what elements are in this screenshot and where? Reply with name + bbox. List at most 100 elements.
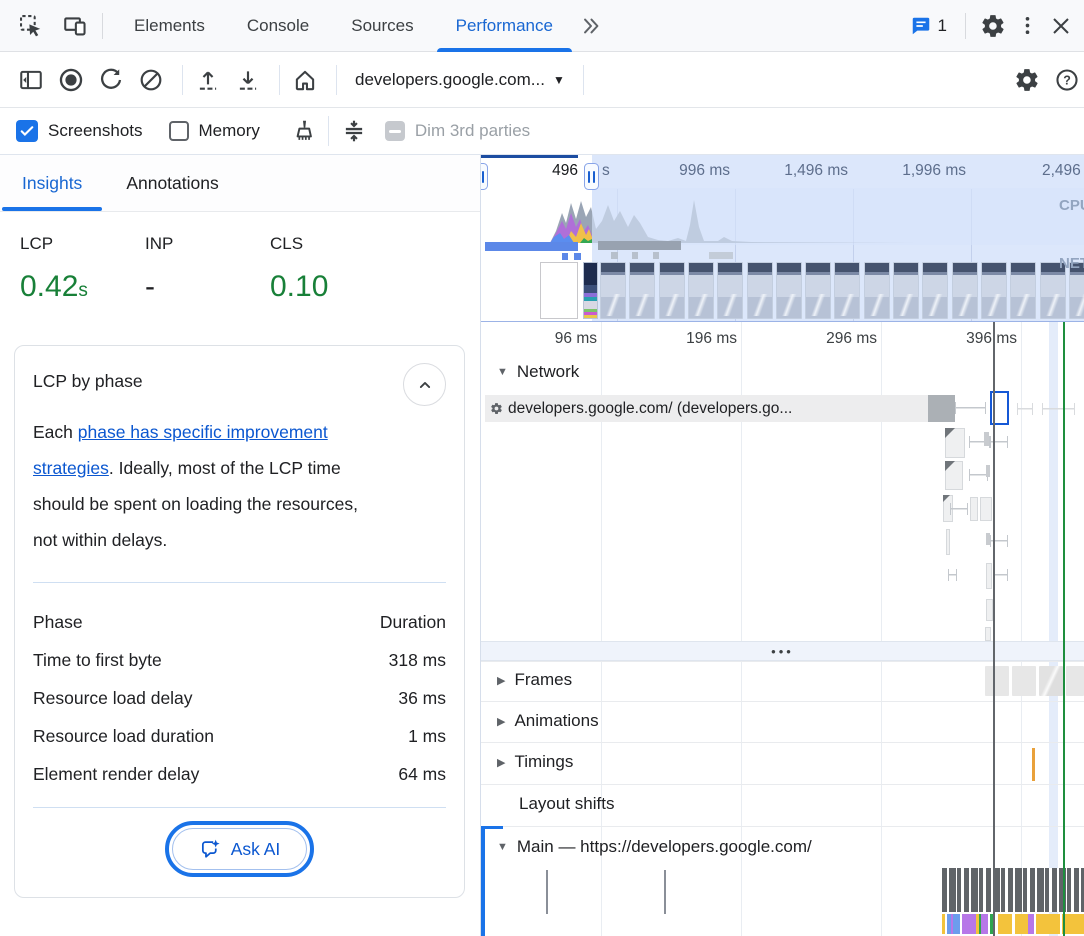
tab-annotations[interactable]: Annotations	[104, 155, 240, 211]
network-request-bar[interactable]	[945, 428, 965, 458]
filmstrip-frame[interactable]	[688, 262, 714, 319]
tab-sources[interactable]: Sources	[330, 0, 434, 52]
tab-console[interactable]: Console	[226, 0, 330, 52]
clear-button[interactable]	[134, 63, 168, 97]
more-tabs-button[interactable]	[574, 9, 608, 43]
main-menu-button[interactable]	[1010, 9, 1044, 43]
track-label: Frames	[514, 670, 572, 690]
filmstrip-frame[interactable]	[952, 262, 978, 319]
tab-performance[interactable]: Performance	[435, 0, 574, 52]
capture-settings-button[interactable]	[1010, 63, 1044, 97]
card-description: Each phase has specific improvement stra…	[33, 414, 385, 558]
metric-lcp[interactable]: LCP 0.42s	[20, 234, 145, 304]
help-button[interactable]	[1050, 63, 1084, 97]
phase-table: PhaseDuration Time to first byte318 ms R…	[33, 603, 446, 793]
collapse-card-button[interactable]	[403, 363, 446, 406]
capture-options-row: Screenshots Memory Dim 3rd parties	[0, 108, 1084, 155]
garbage-collect-button[interactable]	[286, 114, 320, 148]
timeline-overview[interactable]: 496 s 996 ms 1,496 ms 1,996 ms 2,496 ms …	[481, 155, 1084, 322]
load-profile-button[interactable]	[191, 63, 225, 97]
block-icon	[138, 67, 164, 93]
filmstrip-frame[interactable]	[776, 262, 802, 319]
filmstrip-frame[interactable]	[1010, 262, 1036, 319]
save-profile-button[interactable]	[231, 63, 265, 97]
filmstrip-frame[interactable]	[864, 262, 890, 319]
network-overview-bar	[598, 241, 681, 250]
shortcut-dialog-button[interactable]	[337, 114, 371, 148]
network-request-bar[interactable]	[984, 432, 989, 446]
page-selector-value: developers.google.com...	[355, 70, 545, 90]
timing-marker[interactable]	[1032, 748, 1035, 781]
ask-ai-container: Ask AI	[33, 821, 446, 877]
selection-right-handle[interactable]	[584, 163, 599, 190]
network-overview-bar	[632, 252, 638, 259]
filmstrip-frame[interactable]	[922, 262, 948, 319]
filmstrip-frame[interactable]	[540, 262, 578, 319]
metric-label: LCP	[20, 234, 145, 254]
task-marker	[546, 870, 548, 914]
network-request-bar[interactable]	[946, 529, 950, 555]
filmstrip-frame[interactable]	[583, 262, 598, 319]
network-request-bar[interactable]	[986, 563, 992, 589]
phase-table-header: PhaseDuration	[33, 603, 446, 641]
close-devtools-button[interactable]	[1044, 9, 1078, 43]
broom-icon	[290, 118, 316, 144]
metric-label: INP	[145, 234, 270, 254]
panel-tabs: Elements Console Sources Performance	[113, 0, 574, 52]
devtools-tabbar: Elements Console Sources Performance 1	[0, 0, 1084, 52]
live-metrics-home-button[interactable]	[288, 63, 322, 97]
divider	[279, 65, 280, 95]
divider	[182, 65, 183, 95]
filmstrip-frame[interactable]	[893, 262, 919, 319]
inspect-icon	[18, 13, 44, 39]
network-request-bar[interactable]	[928, 395, 955, 422]
page-selector-dropdown[interactable]: developers.google.com... ▼	[345, 70, 575, 90]
filmstrip-frame[interactable]	[747, 262, 773, 319]
metric-inp[interactable]: INP -	[145, 234, 270, 304]
filmstrip-frame[interactable]	[834, 262, 860, 319]
issues-button[interactable]: 1	[910, 15, 947, 37]
issues-bubble-icon	[910, 15, 932, 37]
filmstrip-frame[interactable]	[600, 262, 626, 319]
net-lane-label: NET	[1059, 255, 1084, 272]
record-button[interactable]	[54, 63, 88, 97]
ask-ai-button[interactable]: Ask AI	[172, 828, 308, 870]
network-request-bar[interactable]	[970, 497, 978, 521]
table-row: Time to first byte318 ms	[33, 641, 446, 679]
network-request-bar[interactable]	[945, 461, 963, 490]
device-toolbar-button[interactable]	[58, 9, 92, 43]
network-request-bar[interactable]	[986, 465, 990, 477]
network-request-label[interactable]: developers.google.com/ (developers.go...	[485, 395, 928, 422]
ruler-label: 396 ms	[907, 330, 1017, 348]
network-request-bar[interactable]	[986, 599, 993, 621]
track-label: Network	[517, 362, 579, 382]
record-and-reload-button[interactable]	[94, 63, 128, 97]
toggle-sidebar-button[interactable]	[14, 63, 48, 97]
selection-left-handle[interactable]	[481, 163, 488, 190]
filmstrip-frame[interactable]	[981, 262, 1007, 319]
dim-third-parties-checkbox[interactable]	[385, 121, 405, 141]
filmstrip-frame[interactable]	[659, 262, 685, 319]
network-request-bar[interactable]	[985, 627, 991, 641]
network-whisker	[1017, 403, 1033, 415]
dropdown-caret-icon: ▼	[553, 73, 565, 87]
filmstrip-frame[interactable]	[629, 262, 655, 319]
selection-window-top-border	[481, 155, 578, 158]
memory-checkbox[interactable]	[169, 121, 189, 141]
divider	[102, 13, 103, 39]
settings-button[interactable]	[976, 9, 1010, 43]
metric-cls[interactable]: CLS 0.10	[270, 234, 395, 304]
record-icon	[57, 66, 85, 94]
tab-insights[interactable]: Insights	[0, 155, 104, 211]
filmstrip-frame[interactable]	[717, 262, 743, 319]
ruler-label: 296 ms	[767, 330, 877, 348]
inspect-element-button[interactable]	[14, 9, 48, 43]
screenshots-checkbox[interactable]	[16, 120, 38, 142]
network-request-bar[interactable]	[980, 497, 992, 521]
network-overview-bar	[709, 252, 733, 259]
tab-elements[interactable]: Elements	[113, 0, 226, 52]
issues-count: 1	[938, 16, 947, 36]
filmstrip-frame[interactable]	[805, 262, 831, 319]
help-icon	[1054, 67, 1080, 93]
metric-label: CLS	[270, 234, 395, 254]
